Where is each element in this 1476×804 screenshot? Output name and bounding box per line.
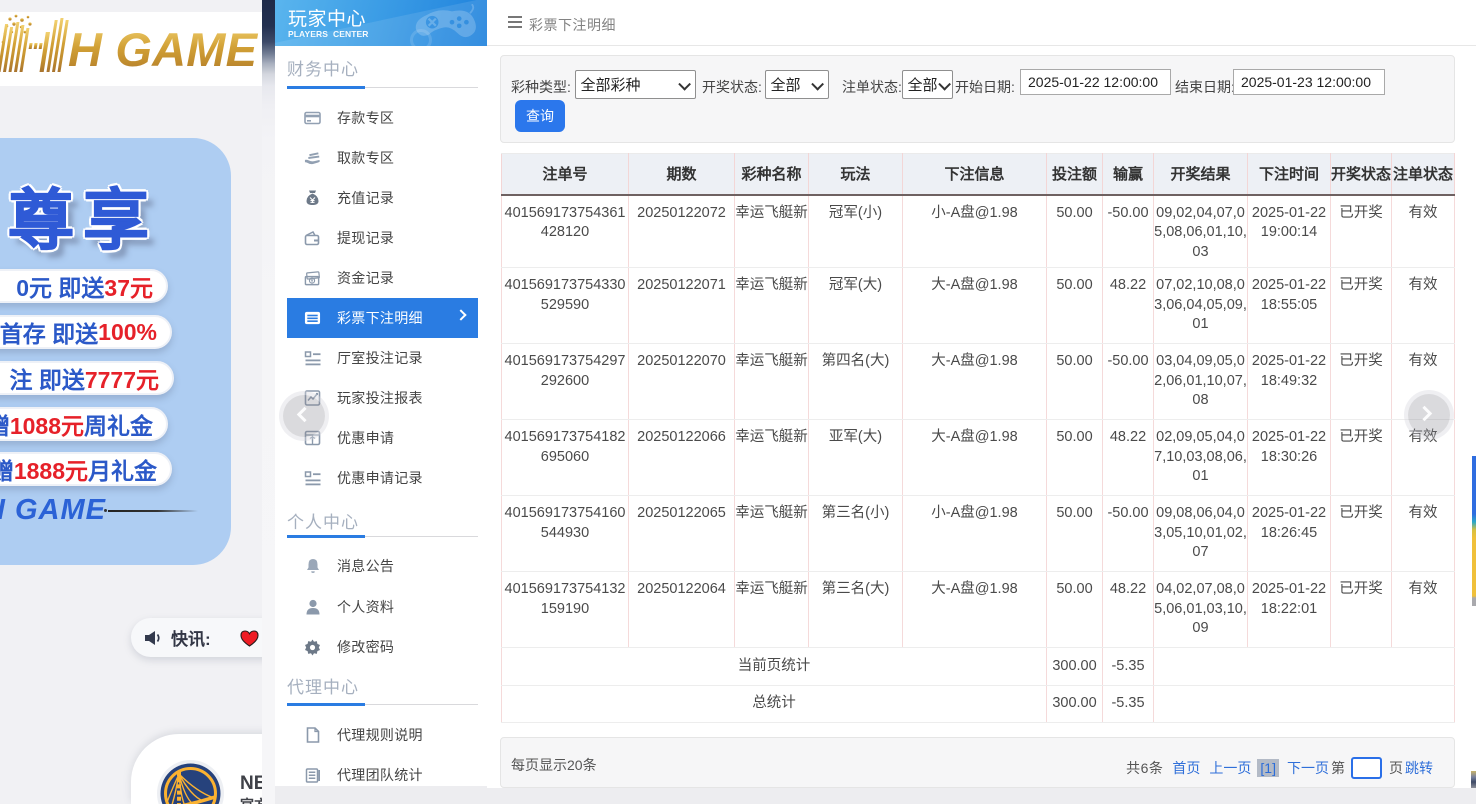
svg-text:H GAME: H GAME xyxy=(68,23,259,76)
